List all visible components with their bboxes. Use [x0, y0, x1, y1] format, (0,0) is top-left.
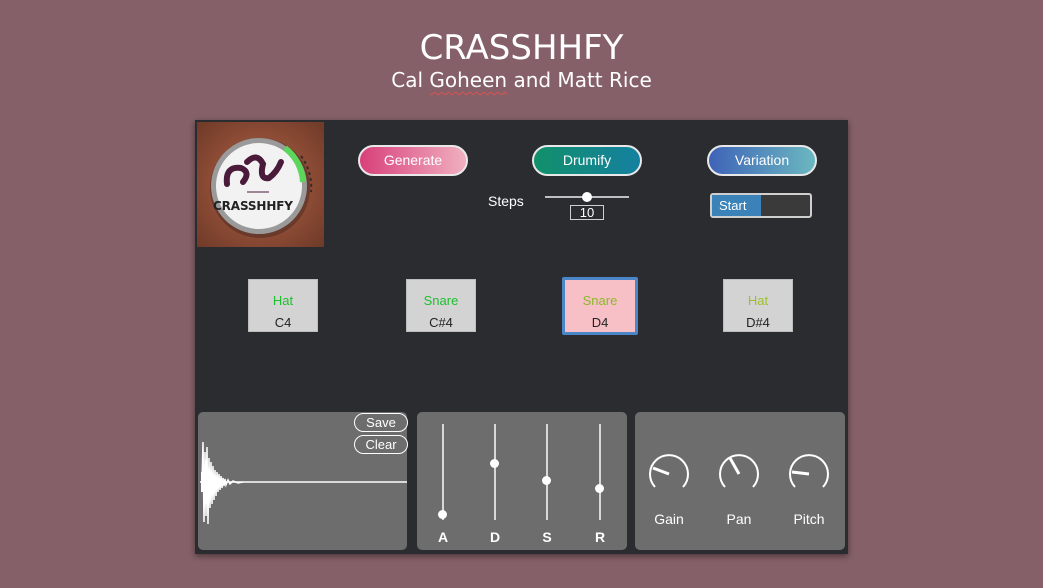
pad-name: Snare: [582, 293, 618, 308]
pad-note: C#4: [429, 315, 453, 330]
start-toggle[interactable]: Start: [710, 193, 812, 218]
drum-pad[interactable]: Hat C4: [248, 279, 318, 332]
release-fader-track[interactable]: [599, 424, 601, 520]
attack-fader-thumb[interactable]: [438, 510, 447, 519]
gain-label: Gain: [654, 511, 684, 527]
decay-label: D: [489, 529, 501, 545]
steps-value-box[interactable]: 10: [570, 205, 604, 220]
pad-note: D#4: [746, 315, 770, 330]
sustain-label: S: [542, 529, 552, 545]
steps-slider-thumb[interactable]: [582, 192, 592, 202]
waveform-panel: Save Clear: [198, 412, 408, 550]
waveform-display: [200, 441, 407, 525]
decay-fader-thumb[interactable]: [490, 459, 499, 468]
pan-label: Pan: [726, 511, 752, 527]
sustain-fader-track[interactable]: [546, 424, 548, 520]
start-toggle-label: Start: [712, 195, 761, 216]
pan-knob[interactable]: [717, 452, 761, 496]
logo-emblem: CRASSHHFY: [210, 138, 313, 238]
gain-knob[interactable]: [647, 452, 691, 496]
release-fader-thumb[interactable]: [595, 484, 604, 493]
envelope-panel: A D S R: [417, 412, 627, 550]
steps-label: Steps: [488, 193, 524, 209]
app-title: CRASSHHFY: [419, 28, 624, 68]
pitch-knob[interactable]: [787, 452, 831, 496]
attack-fader-track[interactable]: [442, 424, 444, 520]
app-subtitle: Cal Goheen and Matt Rice: [0, 68, 1043, 92]
subtitle-suffix: and Matt Rice: [507, 68, 652, 92]
release-label: R: [594, 529, 606, 545]
pad-note: C4: [274, 315, 292, 330]
save-button[interactable]: Save: [354, 413, 408, 432]
generate-button[interactable]: Generate: [358, 145, 468, 176]
decay-fader-track[interactable]: [494, 424, 496, 520]
subtitle-spellcheck-word: Goheen: [429, 68, 508, 92]
drumify-button[interactable]: Drumify: [532, 145, 642, 176]
subtitle-prefix: Cal: [391, 68, 430, 92]
drum-pad-active[interactable]: Snare D4: [562, 277, 638, 335]
pitch-label: Pitch: [793, 511, 825, 527]
clear-button[interactable]: Clear: [354, 435, 408, 454]
attack-label: A: [437, 529, 449, 545]
knobs-panel: Gain Pan Pitch: [635, 412, 845, 550]
sustain-fader-thumb[interactable]: [542, 476, 551, 485]
pad-name: Hat: [272, 293, 294, 308]
pad-name: Snare: [423, 293, 459, 308]
pad-note: D4: [591, 315, 609, 330]
drum-pad[interactable]: Snare C#4: [406, 279, 476, 332]
drum-pad[interactable]: Hat D#4: [723, 279, 793, 332]
variation-button[interactable]: Variation: [707, 145, 817, 176]
logo-lettering: CRASSHHFY: [213, 199, 293, 213]
app-logo: CRASSHHFY: [197, 122, 324, 247]
plugin-panel: CRASSHHFY Generate Drumify Variation Ste…: [195, 120, 848, 554]
pad-name: Hat: [747, 293, 769, 308]
